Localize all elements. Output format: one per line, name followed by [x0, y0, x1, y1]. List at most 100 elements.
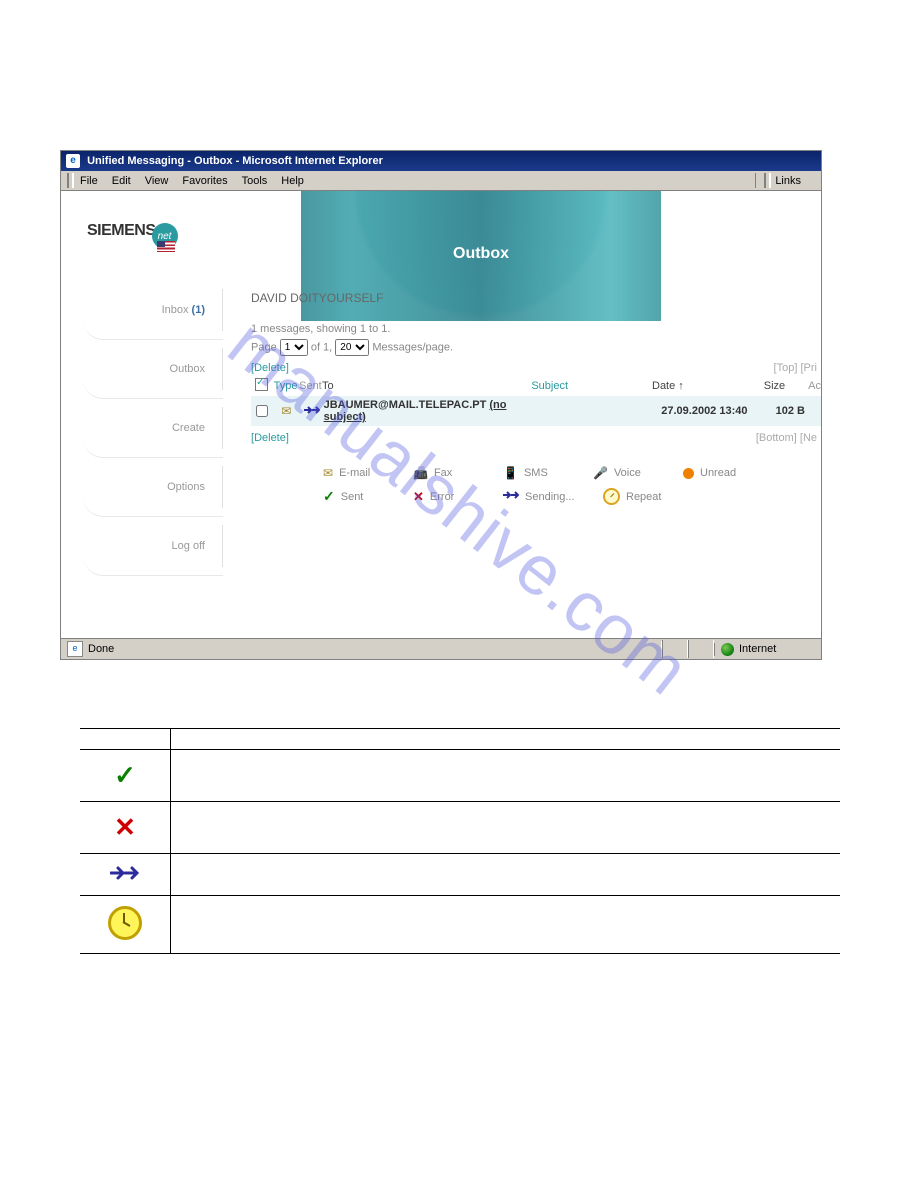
sidebar: Inbox (1) Outbox Create Options Log off	[83, 281, 223, 576]
table-row	[80, 854, 840, 896]
legend-error: ✕Error	[413, 488, 503, 505]
sidebar-item-label: Create	[172, 422, 205, 434]
menu-file[interactable]: File	[80, 175, 98, 187]
menu-tools[interactable]: Tools	[242, 175, 268, 187]
col-ac[interactable]: Ac	[808, 380, 821, 392]
page-title: Outbox	[301, 245, 661, 263]
row-checkbox[interactable]	[256, 405, 268, 417]
bottom-link[interactable]: Bottom	[759, 432, 794, 444]
icon-reference-table: ✓ ✕	[80, 728, 840, 954]
status-text: Done	[88, 643, 114, 655]
status-cell	[688, 640, 714, 658]
links-button[interactable]: Links	[775, 175, 801, 187]
page-label: Page	[251, 341, 277, 353]
inbox-count: (1)	[192, 304, 205, 316]
clock-icon	[603, 488, 620, 505]
cross-icon: ✕	[413, 489, 424, 505]
page-select[interactable]: 1	[280, 339, 308, 356]
table-row: ✕	[80, 802, 840, 854]
sidebar-item-label: Log off	[172, 540, 205, 552]
toolbar-grip	[67, 173, 74, 188]
top-link[interactable]: Top	[777, 362, 795, 374]
legend: ✉E-mail 📠Fax 📱SMS 🎤Voice Unread ✓Sent ✕E…	[323, 466, 821, 505]
sidebar-item-logoff[interactable]: Log off	[83, 517, 223, 576]
toolbar-grip	[764, 173, 771, 188]
row-size: 102 B	[776, 405, 805, 417]
viewport: SIEMENSnet Outbox Inbox (1) Outbox Creat…	[61, 191, 821, 643]
col-subject[interactable]: Subject	[531, 380, 652, 392]
select-all-checkbox[interactable]	[255, 378, 268, 391]
envelope-icon: ✉	[323, 466, 333, 480]
pager: Page 1 of 1, 20 Messages/page.	[251, 339, 821, 356]
legend-voice: 🎤Voice	[593, 466, 683, 480]
col-to[interactable]: To	[322, 380, 531, 392]
legend-repeat: Repeat	[603, 488, 683, 505]
col-size[interactable]: Size	[764, 380, 808, 392]
col-type[interactable]: Type	[272, 380, 299, 392]
page-icon: e	[67, 641, 83, 657]
table-row: ✓	[80, 750, 840, 802]
title-bar: e Unified Messaging - Outbox - Microsoft…	[61, 151, 821, 171]
sidebar-item-options[interactable]: Options	[83, 458, 223, 517]
legend-email: ✉E-mail	[323, 466, 413, 480]
window-title: Unified Messaging - Outbox - Microsoft I…	[87, 155, 383, 167]
menu-favorites[interactable]: Favorites	[182, 175, 227, 187]
col-sent[interactable]: Sent	[299, 380, 322, 392]
sending-icon	[110, 873, 140, 885]
menu-bar: File Edit View Favorites Tools Help Link…	[61, 171, 821, 191]
of-label: of 1,	[311, 341, 332, 353]
sidebar-item-outbox[interactable]: Outbox	[83, 340, 223, 399]
globe-icon	[721, 643, 734, 656]
legend-sent: ✓Sent	[323, 488, 413, 505]
table-row	[80, 896, 840, 954]
legend-fax: 📠Fax	[413, 466, 503, 480]
menu-edit[interactable]: Edit	[112, 175, 131, 187]
ie-icon: e	[66, 154, 80, 168]
checkmark-icon: ✓	[114, 760, 136, 790]
table-header-cell	[80, 729, 171, 750]
clock-icon	[108, 906, 142, 940]
status-bar: e Done Internet	[61, 638, 821, 659]
voice-icon: 🎤	[593, 466, 608, 480]
sidebar-item-label: Inbox	[162, 304, 189, 316]
browser-window: e Unified Messaging - Outbox - Microsoft…	[60, 150, 822, 660]
messages-count: 1 messages, showing 1 to 1.	[251, 323, 821, 335]
legend-sending: Sending...	[503, 488, 603, 505]
logo: SIEMENSnet	[87, 219, 178, 252]
status-cell	[662, 640, 688, 658]
envelope-icon: ✉	[281, 404, 291, 418]
cross-icon: ✕	[114, 812, 136, 842]
brand-text: SIEMENS	[87, 222, 156, 239]
phone-icon: 📱	[503, 466, 518, 480]
next-link[interactable]: Ne	[803, 432, 817, 444]
checkmark-icon: ✓	[323, 488, 335, 505]
content-area: DAVID DOITYOURSELF 1 messages, showing 1…	[251, 291, 821, 513]
delete-link-bottom[interactable]: Delete	[254, 432, 286, 444]
legend-sms: 📱SMS	[503, 466, 593, 480]
per-page-label: Messages/page.	[372, 341, 453, 353]
zone-label: Internet	[739, 643, 776, 655]
sidebar-item-inbox[interactable]: Inbox (1)	[83, 281, 223, 340]
table-header-cell	[171, 729, 841, 750]
per-page-select[interactable]: 20	[335, 339, 369, 356]
status-zone: Internet	[714, 643, 821, 656]
row-date: 27.09.2002 13:40	[661, 405, 747, 417]
menu-view[interactable]: View	[145, 175, 169, 187]
sidebar-item-label: Options	[167, 481, 205, 493]
sidebar-item-create[interactable]: Create	[83, 399, 223, 458]
username-label: DAVID DOITYOURSELF	[251, 291, 821, 305]
table-header: Type Sent To Subject Date ↑ Size Ac	[251, 376, 821, 396]
fax-icon: 📠	[413, 466, 428, 480]
legend-unread: Unread	[683, 466, 773, 480]
col-date[interactable]: Date ↑	[652, 380, 764, 392]
menu-help[interactable]: Help	[281, 175, 304, 187]
delete-link-top[interactable]: Delete	[254, 362, 286, 374]
table-row[interactable]: ✉ JBAUMER@MAIL.TELEPAC.PT (no subject) 2…	[251, 396, 821, 426]
sending-icon	[304, 405, 320, 418]
unread-icon	[683, 468, 694, 479]
sidebar-item-label: Outbox	[170, 363, 205, 375]
row-to: JBAUMER@MAIL.TELEPAC.PT	[324, 399, 487, 411]
us-flag-icon	[157, 241, 175, 252]
sending-icon	[503, 490, 519, 503]
print-link[interactable]: Pri	[804, 362, 817, 374]
